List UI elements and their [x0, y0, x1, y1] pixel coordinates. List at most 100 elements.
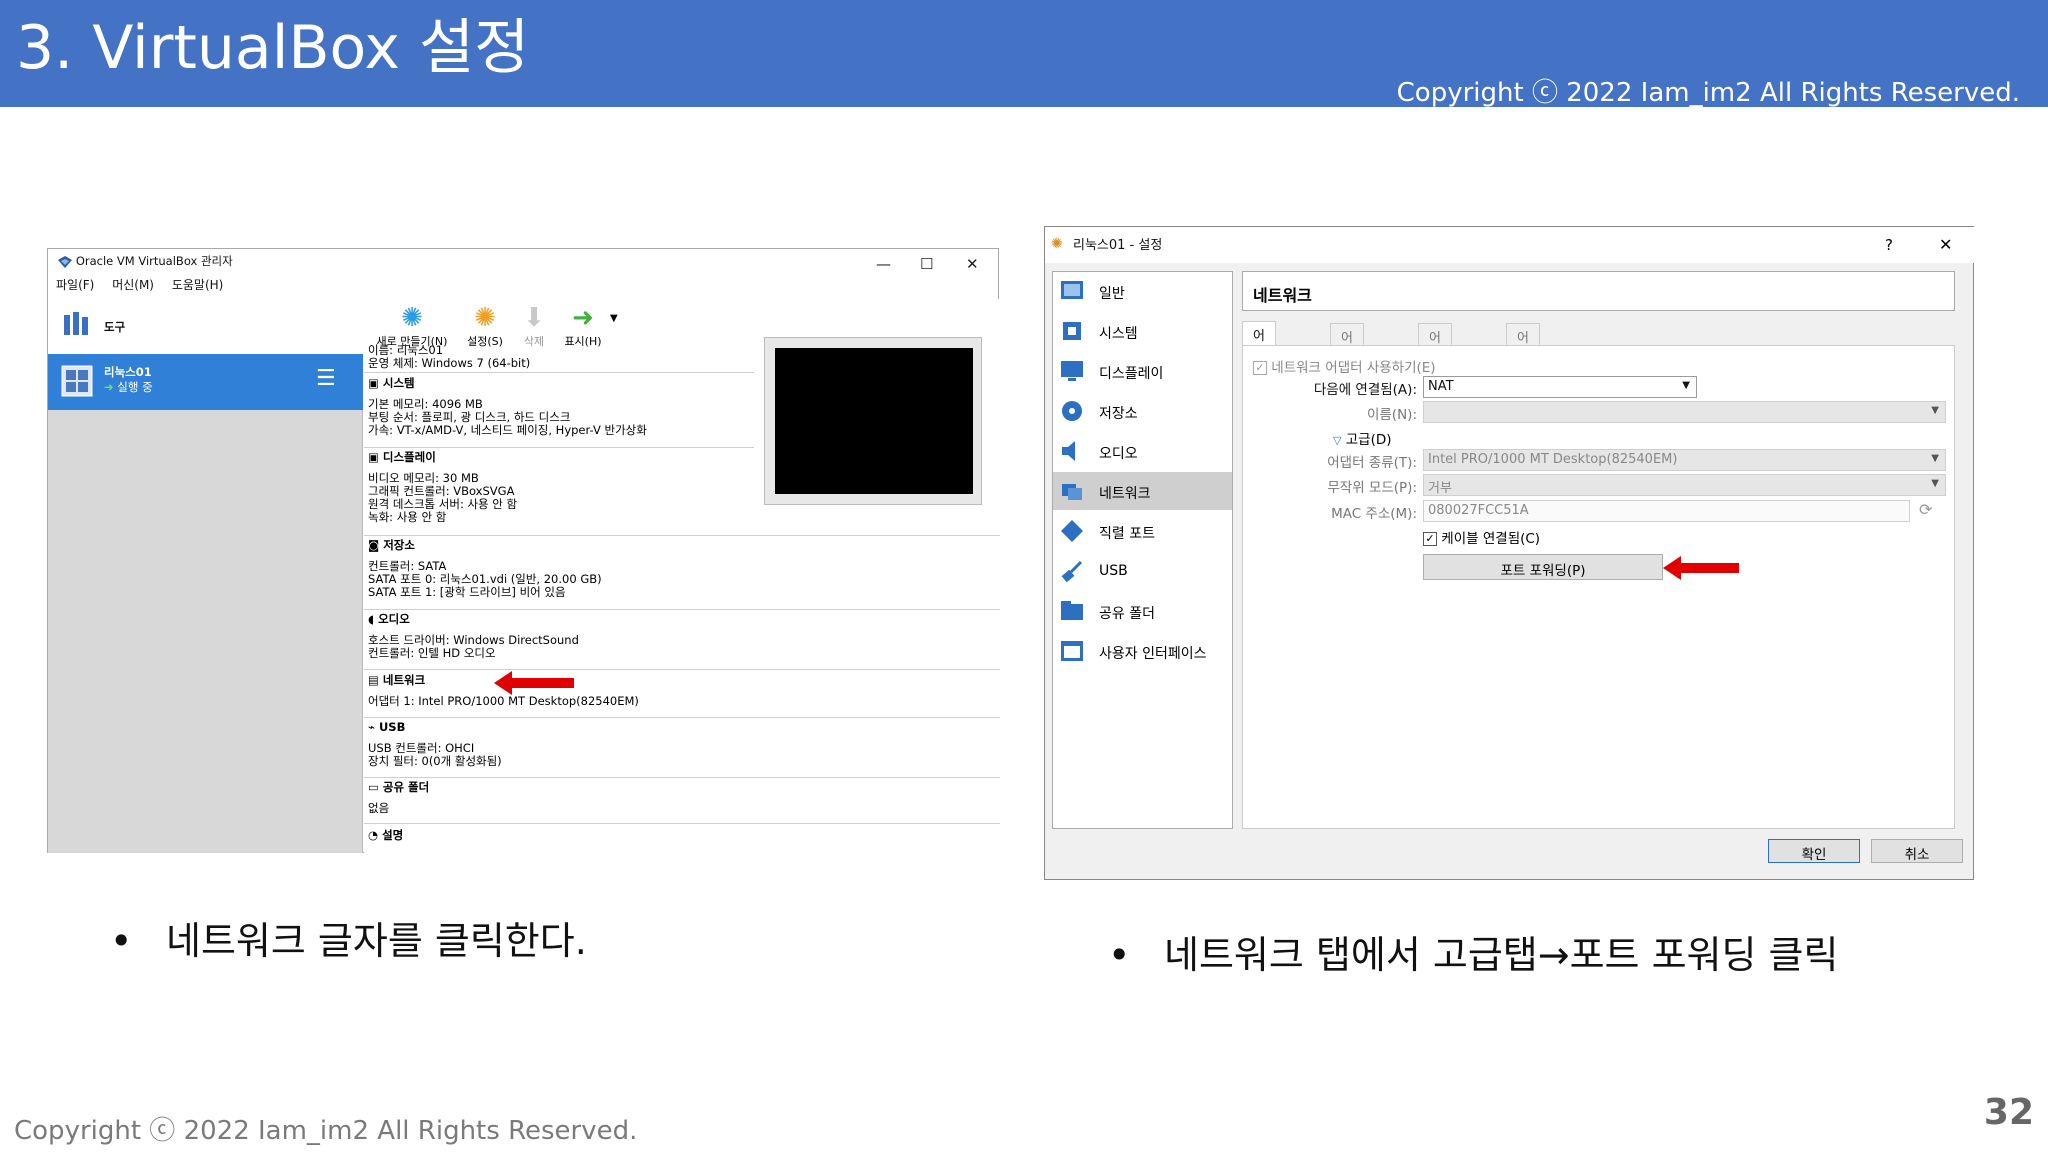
vm-state-text: 실행 중 — [117, 380, 153, 394]
speech-bubble-icon: ◔ — [368, 828, 379, 842]
shared-folder-icon — [1061, 601, 1083, 620]
cable-row[interactable]: ✓ 케이블 연결됨(C) — [1423, 527, 1540, 547]
help-button[interactable]: ? — [1885, 236, 1893, 254]
section-header-box: 네트워크 — [1242, 271, 1955, 311]
menu-help[interactable]: 도움말(H) — [172, 278, 224, 292]
tab-adapter-2[interactable]: 어댑터 2 — [1330, 323, 1364, 399]
toolbar-dropdown-icon[interactable]: ▼ — [610, 313, 618, 324]
attached-select[interactable]: NAT ▼ — [1423, 376, 1697, 398]
vm-preview-screen — [775, 348, 973, 494]
dropdown-arrow-icon: ▼ — [1931, 405, 1939, 416]
usb-header[interactable]: ⌁ USB — [368, 721, 502, 734]
header-bar: 3. VirtualBox 설정 Copyright ⓒ 2022 Iam_im… — [0, 0, 2048, 108]
close-button[interactable]: ✕ — [966, 255, 979, 273]
maximize-button[interactable]: ☐ — [920, 255, 933, 273]
promisc-select[interactable]: 거부 ▼ — [1423, 474, 1946, 496]
delete-button[interactable]: ⬇ 삭제 — [514, 303, 554, 349]
settings-label: 설정(S) — [467, 335, 503, 348]
settings-button[interactable]: ✺ 설정(S) — [460, 303, 510, 349]
vm-menu-icon[interactable]: ☰ — [316, 366, 336, 391]
divider — [364, 609, 1000, 610]
bullet-right-text: 네트워크 탭에서 고급탭→포트 포워딩 클릭 — [1164, 933, 1839, 977]
dropdown-arrow-icon: ▼ — [1682, 380, 1690, 391]
settings-title: 리눅스01 - 설정 — [1073, 238, 1163, 253]
vm-preview — [764, 337, 982, 505]
tools-icon — [64, 312, 88, 335]
sidebar-item-general[interactable]: 일반 — [1053, 272, 1232, 310]
minimize-button[interactable]: — — [876, 255, 891, 273]
sidebar-item-usb[interactable]: USB — [1053, 552, 1232, 590]
menu-file[interactable]: 파일(F) — [56, 278, 94, 292]
cancel-button[interactable]: 취소 — [1871, 839, 1963, 863]
copyright-top: Copyright ⓒ 2022 Iam_im2 All Rights Rese… — [1396, 78, 2020, 108]
dropdown-arrow-icon: ▼ — [1931, 478, 1939, 489]
divider — [364, 669, 1000, 670]
name-select[interactable]: ▼ — [1423, 401, 1946, 423]
storage-line: SATA 포트 1: [광학 드라이브] 비어 있음 — [368, 585, 566, 599]
audio-header[interactable]: ◖ 오디오 — [368, 613, 579, 626]
vm-settings-window: ✺ 리눅스01 - 설정 ? ✕ 일반 시스템 디스플레이 저장소 오디오 네트… — [1044, 226, 1975, 880]
description-header[interactable]: ◔ 설명 — [368, 829, 403, 842]
cable-label: 케이블 연결됨(C) — [1441, 531, 1541, 547]
display-header[interactable]: ▣ 디스플레이 — [368, 451, 517, 464]
settings-sidebar: 일반 시스템 디스플레이 저장소 오디오 네트워크 직렬 포트 USB 공유 폴… — [1052, 271, 1233, 829]
storage-header[interactable]: ◙ 저장소 — [368, 539, 602, 552]
slide: 3. VirtualBox 설정 Copyright ⓒ 2022 Iam_im… — [0, 0, 2048, 1152]
advanced-toggle[interactable]: ▽ 고급(D) — [1333, 428, 1392, 448]
manager-menubar: 파일(F) 머신(M) 도움말(H) — [56, 279, 237, 292]
manager-title-text: Oracle VM VirtualBox 관리자 — [75, 254, 233, 268]
vm-list-item[interactable]: 리눅스01 ➜ 실행 중 ☰ — [48, 354, 363, 410]
virtualbox-manager-window: Oracle VM VirtualBox 관리자 — ☐ ✕ 파일(F) 머신(… — [47, 248, 1000, 853]
adapter-type-select[interactable]: Intel PRO/1000 MT Desktop(82540EM) ▼ — [1423, 449, 1946, 471]
tab-adapter-1[interactable]: 어댑터 1 — [1242, 321, 1276, 397]
usb-plug-icon: ⌁ — [368, 720, 375, 734]
sidebar-item-serial[interactable]: 직렬 포트 — [1053, 512, 1232, 550]
sidebar-item-shared-folders[interactable]: 공유 폴더 — [1053, 592, 1232, 630]
tab-adapter-4[interactable]: 어댑터 4 — [1506, 323, 1540, 399]
system-line: 가속: VT-x/AMD-V, 네스티드 페이징, Hyper-V 반가상화 — [368, 423, 647, 437]
usb-icon — [1061, 560, 1083, 583]
enable-adapter-label: 네트워크 어댑터 사용하기(E) — [1271, 360, 1436, 376]
show-button[interactable]: ➜ 표시(H) — [558, 303, 608, 349]
audio-line: 컨트롤러: 인텔 HD 오디오 — [368, 646, 496, 660]
manager-sidebar: 도구 리눅스01 ➜ 실행 중 ☰ — [48, 299, 363, 853]
port-forwarding-button[interactable]: 포트 포워딩(P) — [1423, 554, 1663, 580]
sidebar-item-system[interactable]: 시스템 — [1053, 312, 1232, 350]
sidebar-item-network[interactable]: 네트워크 — [1053, 472, 1232, 510]
menu-machine[interactable]: 머신(M) — [112, 278, 154, 292]
display-section: ▣ 디스플레이 비디오 메모리: 30 MB 그래픽 컨트롤러: VBoxSVG… — [368, 451, 517, 524]
sidebar-item-storage[interactable]: 저장소 — [1053, 392, 1232, 430]
tools-item[interactable]: 도구 — [48, 299, 363, 354]
enable-adapter-checkbox[interactable]: ✓ — [1253, 361, 1267, 375]
ok-button[interactable]: 확인 — [1768, 839, 1860, 863]
display-line: 녹화: 사용 안 함 — [368, 510, 447, 524]
vm-os-icon — [61, 365, 93, 397]
usb-section: ⌁ USB USB 컨트롤러: OHCI 장치 필터: 0(0개 활성화됨) — [368, 721, 502, 768]
cable-checkbox[interactable]: ✓ — [1423, 532, 1437, 546]
system-header[interactable]: ▣ 시스템 — [368, 377, 647, 390]
network-icon — [1062, 484, 1082, 500]
settings-gear-icon: ✺ — [474, 303, 496, 333]
settings-titlebar: ✺ 리눅스01 - 설정 ? ✕ — [1045, 227, 1975, 263]
enable-adapter-row[interactable]: ✓ 네트워크 어댑터 사용하기(E) — [1253, 356, 1436, 376]
settings-close-button[interactable]: ✕ — [1939, 235, 1952, 254]
shared-header[interactable]: ▭ 공유 폴더 — [368, 781, 429, 794]
virtualbox-logo-icon — [58, 255, 72, 268]
general-icon — [1061, 281, 1083, 299]
audio-icon — [1062, 441, 1075, 461]
vm-name: 리눅스01 — [104, 365, 152, 379]
display-monitor-icon: ▣ — [368, 450, 379, 464]
refresh-mac-icon[interactable]: ⟳ — [1919, 500, 1932, 519]
shared-line: 없음 — [368, 801, 390, 815]
network-line: 어댑터 1: Intel PRO/1000 MT Desktop(82540EM… — [368, 694, 639, 708]
storage-section: ◙ 저장소 컨트롤러: SATA SATA 포트 0: 리눅스01.vdi (일… — [368, 539, 602, 599]
description-section: ◔ 설명 — [368, 829, 403, 842]
tab-adapter-3[interactable]: 어댑터 3 — [1418, 323, 1452, 399]
sidebar-item-display[interactable]: 디스플레이 — [1053, 352, 1232, 390]
tools-label: 도구 — [104, 320, 126, 334]
dropdown-arrow-icon: ▼ — [1931, 453, 1939, 464]
mac-input[interactable]: 080027FCC51A — [1423, 500, 1910, 522]
sidebar-item-user-interface[interactable]: 사용자 인터페이스 — [1053, 632, 1232, 670]
sidebar-item-audio[interactable]: 오디오 — [1053, 432, 1232, 470]
system-section: ▣ 시스템 기본 메모리: 4096 MB 부팅 순서: 플로피, 광 디스크,… — [368, 377, 647, 437]
